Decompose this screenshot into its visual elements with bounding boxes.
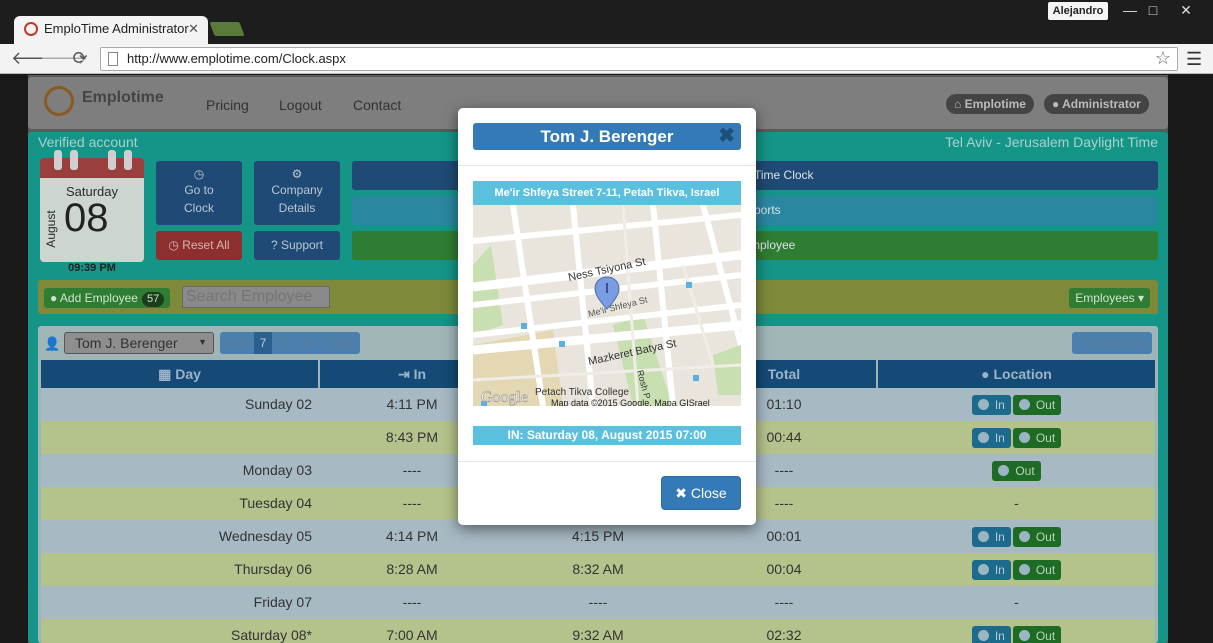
title-bar: EmploTime Administrator ✕ Alejandro — □ … [0,0,1213,44]
browser-window: EmploTime Administrator ✕ Alejandro — □ … [0,0,1213,643]
map-graphic: Ness Tsiyona St Me'ir Shfeya St Mazkeret… [473,205,741,406]
profile-button[interactable]: Alejandro [1048,2,1108,20]
map-place-label: Petach Tikva College [535,387,629,398]
maximize-button[interactable]: □ [1139,0,1167,20]
modal-header: Tom J. Berenger ✖ [473,123,741,150]
address-label: Me'ir Shfeya Street 7-11, Petah Tikva, I… [473,181,741,205]
address-bar[interactable]: http://www.emplotime.com/Clock.aspx ☆ [100,47,1178,71]
close-window-button[interactable]: ✕ [1172,0,1200,20]
menu-icon[interactable]: ☰ [1186,49,1202,70]
browser-toolbar: 🡐 🡒 ⟳ http://www.emplotime.com/Clock.asp… [0,44,1213,74]
new-tab-button[interactable] [209,22,245,36]
tab-title: EmploTime Administrator [44,21,189,36]
clock-in-info: IN: Saturday 08, August 2015 07:00 [473,426,741,445]
close-button[interactable]: ✖ Close [661,476,741,510]
close-tab-icon[interactable]: ✕ [188,21,199,37]
map-attribution: Map data ©2015 Google, Mapa GISrael [551,398,710,406]
browser-tab[interactable]: EmploTime Administrator ✕ [14,16,208,44]
google-logo: Google [481,389,528,406]
forward-icon[interactable]: 🡒 [40,48,88,69]
bookmark-star-icon[interactable]: ☆ [1155,48,1171,69]
location-modal: Tom J. Berenger ✖ Me'ir Shfeya Street 7-… [458,108,756,525]
url-text: http://www.emplotime.com/Clock.aspx [127,51,346,66]
location-map[interactable]: Ness Tsiyona St Me'ir Shfeya St Mazkeret… [473,205,741,406]
modal-title: Tom J. Berenger [540,127,674,146]
page-icon [108,52,118,66]
divider [458,165,756,166]
close-button-label: Close [690,485,727,501]
reload-icon[interactable]: ⟳ [69,48,91,69]
close-icon[interactable]: ✖ [718,123,735,150]
back-icon[interactable]: 🡐 [11,48,59,69]
divider [458,461,756,462]
site-favicon-icon [24,22,38,36]
